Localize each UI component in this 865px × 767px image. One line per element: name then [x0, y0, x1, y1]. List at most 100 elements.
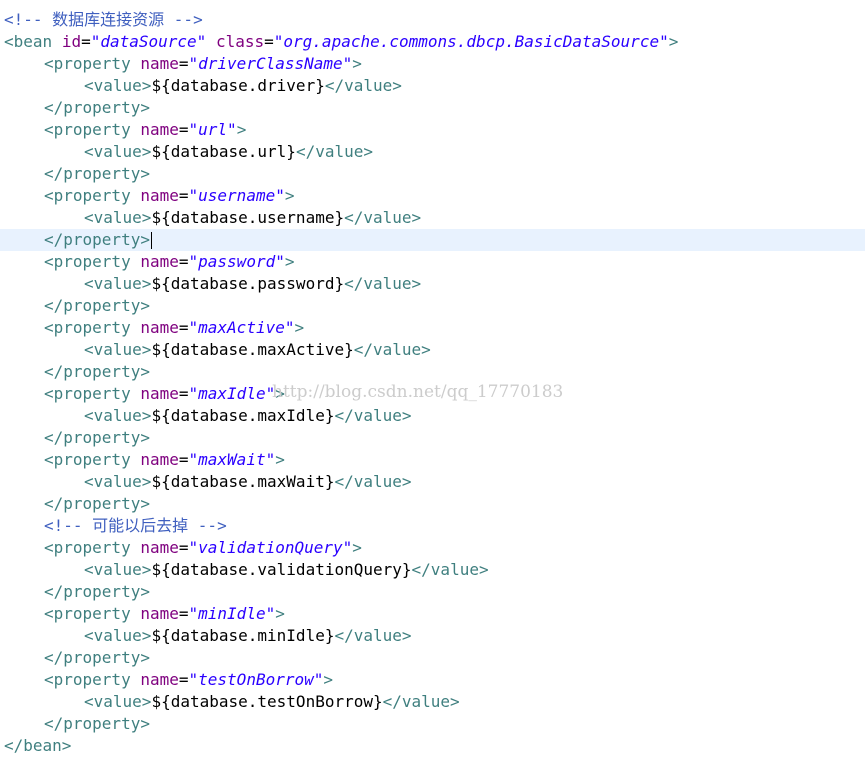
value-close-tag: </value> — [411, 560, 489, 579]
code-line[interactable]: <value>${database.maxIdle}</value> — [0, 405, 865, 427]
code-line[interactable]: <property name="maxWait"> — [0, 449, 865, 471]
equals-sign: = — [178, 186, 189, 205]
value-text: ${database.testOnBorrow} — [151, 692, 383, 711]
property-gt: > — [352, 54, 362, 73]
property-name-attr: name — [140, 54, 179, 73]
property-name-attr: name — [140, 318, 179, 337]
value-open-tag: <value> — [84, 340, 152, 359]
bean-open-tag: <bean — [4, 32, 53, 51]
bean-id-value: "dataSource" — [90, 32, 207, 51]
property-close-tag: </property> — [44, 494, 150, 513]
property-name-value: "password" — [188, 252, 285, 271]
code-line[interactable]: <value>${database.minIdle}</value> — [0, 625, 865, 647]
property-open-tag: <property — [44, 538, 131, 557]
code-line[interactable]: </bean> — [0, 735, 865, 757]
code-line[interactable]: <!-- 可能以后去掉 --> — [0, 515, 865, 537]
property-name-attr: name — [140, 252, 179, 271]
text-cursor — [150, 232, 152, 249]
code-line[interactable]: </property> — [0, 713, 865, 735]
code-line[interactable]: </property> — [0, 361, 865, 383]
code-line[interactable]: <property name="username"> — [0, 185, 865, 207]
property-open-tag: <property — [44, 384, 131, 403]
value-close-tag: </value> — [344, 208, 422, 227]
equals-sign: = — [178, 450, 189, 469]
xml-comment: <!-- 数据库连接资源 --> — [4, 10, 203, 29]
code-line[interactable]: </property> — [0, 647, 865, 669]
current-line[interactable]: </property> — [0, 229, 865, 251]
code-line[interactable]: <property name="password"> — [0, 251, 865, 273]
code-line[interactable]: <value>${database.validationQuery}</valu… — [0, 559, 865, 581]
property-open-tag: <property — [44, 252, 131, 271]
code-line[interactable]: <value>${database.driver}</value> — [0, 75, 865, 97]
code-line[interactable]: <value>${database.password}</value> — [0, 273, 865, 295]
bean-close-tag: </bean> — [4, 736, 72, 755]
property-close-tag: </property> — [44, 98, 150, 117]
property-name-value: "maxWait" — [188, 450, 276, 469]
value-open-tag: <value> — [84, 626, 152, 645]
code-line[interactable]: <property name="driverClassName"> — [0, 53, 865, 75]
code-line[interactable]: <value>${database.testOnBorrow}</value> — [0, 691, 865, 713]
code-line[interactable]: <property name="maxActive"> — [0, 317, 865, 339]
value-text: ${database.maxWait} — [151, 472, 335, 491]
equals-sign: = — [264, 32, 274, 51]
property-gt: > — [352, 538, 362, 557]
value-text: ${database.driver} — [151, 76, 325, 95]
code-line[interactable]: <property name="testOnBorrow"> — [0, 669, 865, 691]
property-name-value: "username" — [188, 186, 285, 205]
code-line[interactable]: </property> — [0, 97, 865, 119]
property-open-tag: <property — [44, 54, 131, 73]
value-open-tag: <value> — [84, 208, 152, 227]
property-name-value: "testOnBorrow" — [188, 670, 324, 689]
property-name-value: "validationQuery" — [188, 538, 353, 557]
value-open-tag: <value> — [84, 142, 152, 161]
value-close-tag: </value> — [382, 692, 460, 711]
code-line[interactable]: </property> — [0, 295, 865, 317]
code-line[interactable]: </property> — [0, 427, 865, 449]
property-gt: > — [284, 252, 295, 271]
code-line[interactable]: <bean id="dataSource" class="org.apache.… — [0, 31, 865, 53]
code-line[interactable]: <property name="minIdle"> — [0, 603, 865, 625]
bean-id-attr: id — [61, 32, 82, 51]
value-text: ${database.maxIdle} — [151, 406, 335, 425]
xml-comment: <!-- 可能以后去掉 --> — [44, 516, 227, 535]
property-open-tag: <property — [44, 670, 131, 689]
code-editor[interactable]: <!-- 数据库连接资源 --> <bean id="dataSource" c… — [0, 0, 865, 767]
value-open-tag: <value> — [84, 76, 152, 95]
code-line[interactable]: <property name="url"> — [0, 119, 865, 141]
bean-gt: > — [668, 32, 679, 51]
equals-sign: = — [178, 670, 189, 689]
code-line[interactable]: <value>${database.maxActive}</value> — [0, 339, 865, 361]
code-line[interactable]: <property name="validationQuery"> — [0, 537, 865, 559]
equals-sign: = — [178, 252, 189, 271]
property-open-tag: <property — [44, 450, 131, 469]
property-name-value: "minIdle" — [188, 604, 276, 623]
value-open-tag: <value> — [84, 692, 152, 711]
property-name-value: "maxActive" — [188, 318, 295, 337]
property-close-tag: </property> — [44, 296, 150, 315]
code-line[interactable]: </property> — [0, 581, 865, 603]
property-gt: > — [236, 120, 247, 139]
code-line[interactable]: <value>${database.url}</value> — [0, 141, 865, 163]
property-close-tag: </property> — [44, 648, 150, 667]
value-open-tag: <value> — [84, 406, 152, 425]
equals-sign: = — [178, 604, 189, 623]
code-line[interactable]: <property name="maxIdle"> — [0, 383, 865, 405]
value-open-tag: <value> — [84, 560, 152, 579]
value-close-tag: </value> — [334, 472, 412, 491]
property-close-tag: </property> — [44, 230, 150, 249]
code-line[interactable]: <value>${database.maxWait}</value> — [0, 471, 865, 493]
value-close-tag: </value> — [344, 274, 422, 293]
property-name-attr: name — [140, 604, 179, 623]
code-line[interactable]: <value>${database.username}</value> — [0, 207, 865, 229]
value-text: ${database.validationQuery} — [151, 560, 412, 579]
property-close-tag: </property> — [44, 714, 150, 733]
property-name-value: "url" — [188, 120, 237, 139]
code-line[interactable]: <!-- 数据库连接资源 --> — [0, 9, 865, 31]
property-gt: > — [294, 318, 305, 337]
value-close-tag: </value> — [353, 340, 431, 359]
property-name-attr: name — [140, 670, 179, 689]
property-close-tag: </property> — [44, 164, 150, 183]
property-close-tag: </property> — [44, 582, 150, 601]
code-line[interactable]: </property> — [0, 493, 865, 515]
code-line[interactable]: </property> — [0, 163, 865, 185]
